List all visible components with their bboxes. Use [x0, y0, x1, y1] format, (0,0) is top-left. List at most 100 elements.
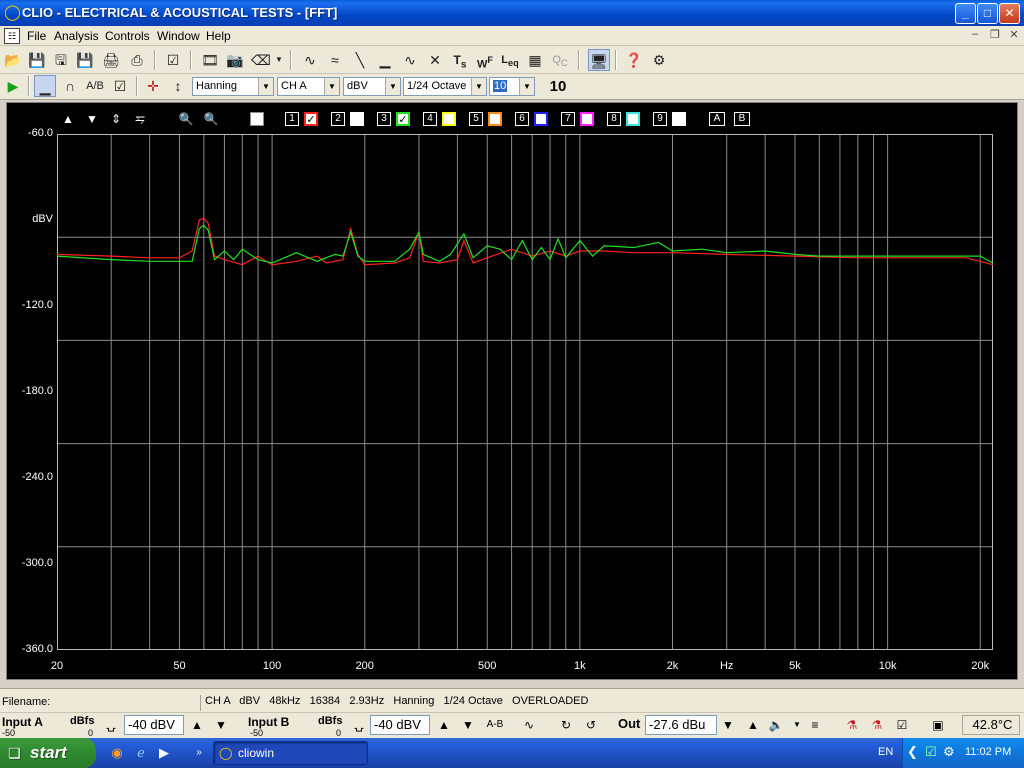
polarity-icon[interactable]: ✕ — [424, 49, 446, 71]
window-function-select[interactable]: Hanning ▼ — [192, 77, 274, 96]
maximize-button[interactable]: □ — [977, 3, 998, 24]
input-b-down-icon[interactable]: ▼ — [459, 716, 477, 734]
curve-5-checkbox[interactable] — [488, 112, 502, 126]
curve-7-checkbox[interactable] — [580, 112, 594, 126]
export-icon[interactable]: 🖨 — [100, 49, 122, 71]
camera-icon[interactable]: 📷 — [224, 49, 246, 71]
taskbar-item-cliowin[interactable]: ◯ cliowin — [213, 741, 368, 765]
mdi-minimize-button[interactable]: – — [967, 28, 983, 43]
network-icon[interactable]: ⚙ — [943, 744, 955, 760]
curve-8-number[interactable]: 8 — [607, 112, 621, 126]
menu-analysis[interactable]: Analysis — [54, 29, 99, 43]
output-up-icon[interactable]: ▲ — [744, 716, 762, 734]
curve-6-checkbox[interactable] — [534, 112, 548, 126]
more-quicklaunch-icon[interactable]: » — [190, 744, 208, 762]
sinusoidal-icon[interactable]: ╲ — [349, 49, 371, 71]
overlay-toggle-checkbox[interactable] — [250, 112, 264, 126]
curve-4-checkbox[interactable] — [442, 112, 456, 126]
clio-app-icon[interactable]: ◯ — [4, 4, 21, 22]
minimize-button[interactable]: _ — [955, 3, 976, 24]
notes-icon[interactable]: ☑ — [893, 716, 911, 734]
firefox-icon[interactable]: ◉ — [108, 744, 126, 762]
mute-icon[interactable]: ≡ — [806, 716, 824, 734]
zoom-in-icon[interactable]: 🔍 — [178, 111, 194, 127]
media-player-icon[interactable]: ▶ — [155, 744, 173, 762]
start-button[interactable]: ❏ start — [0, 738, 96, 768]
menu-window[interactable]: Window — [157, 29, 200, 43]
fft-chart[interactable] — [57, 134, 993, 650]
qc-icon[interactable]: QC — [549, 49, 571, 71]
zoom-out-icon[interactable]: 🔍 — [203, 111, 219, 127]
a-b-icon[interactable]: A/B — [84, 75, 106, 97]
tape-icon[interactable]: ▣ — [929, 716, 947, 734]
speaker-icon[interactable]: 🔈 — [767, 716, 785, 734]
mls-analysis-icon[interactable]: ≈ — [324, 49, 346, 71]
curve-icon[interactable]: ∩ — [59, 75, 81, 97]
curve-2-checkbox[interactable] — [350, 112, 364, 126]
step-icon[interactable]: ▦ — [524, 49, 546, 71]
chevron-down-icon[interactable]: ▼ — [788, 716, 806, 734]
scroll-down-icon[interactable]: ▼ — [84, 111, 100, 127]
notes-icon[interactable]: ☑ — [162, 49, 184, 71]
mdi-restore-button[interactable]: ❐ — [987, 28, 1003, 43]
input-a-meter-icon[interactable]: ⍽ — [102, 716, 120, 734]
scroll-up-icon[interactable]: ▲ — [60, 111, 76, 127]
averages-select[interactable]: 10 ▼ — [489, 77, 535, 96]
title-bar[interactable]: ◯ CLIO - ELECTRICAL & ACOUSTICAL TESTS -… — [0, 0, 1024, 26]
chevron-left-icon[interactable]: ❮ — [907, 744, 918, 760]
chevron-down-icon[interactable]: ▼ — [272, 49, 286, 71]
language-indicator[interactable]: EN — [878, 746, 893, 758]
menu-file[interactable]: File — [27, 29, 46, 43]
curve-1-checkbox[interactable]: ✓ — [304, 112, 318, 126]
save-icon[interactable]: 💾 — [26, 49, 48, 71]
play-icon[interactable]: ▶ — [2, 75, 24, 97]
about-icon[interactable]: ⚙ — [648, 49, 670, 71]
curve-5-number[interactable]: 5 — [469, 112, 483, 126]
menu-controls[interactable]: Controls — [105, 29, 150, 43]
input-a-up-icon[interactable]: ▲ — [188, 716, 206, 734]
loop-icon[interactable]: ↻ — [557, 716, 575, 734]
output-down-icon[interactable]: ▼ — [719, 716, 737, 734]
input-b-up-icon[interactable]: ▲ — [435, 716, 453, 734]
channel-select[interactable]: CH A ▼ — [277, 77, 340, 96]
expand-icon[interactable]: ⇕ — [108, 111, 124, 127]
curve-3-checkbox[interactable]: ✓ — [396, 112, 410, 126]
curve-a-button[interactable]: A — [709, 112, 725, 126]
mdi-close-button[interactable]: ✕ — [1006, 28, 1022, 43]
monitor-icon[interactable]: 🖥 — [588, 49, 610, 71]
curve-7-number[interactable]: 7 — [561, 112, 575, 126]
loop-alt-icon[interactable]: ↺ — [582, 716, 600, 734]
leq-icon[interactable]: Leq — [499, 49, 521, 71]
curve-8-checkbox[interactable] — [626, 112, 640, 126]
smoothing-select[interactable]: 1/24 Octave ▼ — [403, 77, 487, 96]
mdi-window-icon[interactable]: ☷ — [4, 28, 20, 44]
film-icon[interactable]: 🎞 — [199, 49, 221, 71]
safely-remove-icon[interactable]: ☑ — [925, 744, 937, 760]
save-as-icon[interactable]: 🖫 — [50, 49, 72, 71]
wf-icon[interactable]: WF — [474, 49, 496, 71]
curve-1-number[interactable]: 1 — [285, 112, 299, 126]
input-a-range-field[interactable]: -40 dBV — [124, 715, 184, 735]
save-all-icon[interactable]: 💾 — [74, 49, 96, 71]
ts-icon[interactable]: Ts — [449, 49, 471, 71]
input-b-range-field[interactable]: -40 dBV — [370, 715, 430, 735]
input-b-meter-icon[interactable]: ⍽ — [350, 716, 368, 734]
a-minus-b-button[interactable]: A-B — [484, 716, 506, 734]
bar-graph-icon[interactable]: ▁ — [34, 75, 56, 97]
curve-9-checkbox[interactable] — [672, 112, 686, 126]
curve-4-number[interactable]: 4 — [423, 112, 437, 126]
curve-6-number[interactable]: 6 — [515, 112, 529, 126]
help-icon[interactable]: ❓ — [623, 49, 645, 71]
curve-9-number[interactable]: 9 — [653, 112, 667, 126]
multimeter-icon[interactable]: ▁ — [374, 49, 396, 71]
phantom-b-icon[interactable]: ⚗ — [868, 716, 886, 734]
waveform-icon[interactable]: ∿ — [399, 49, 421, 71]
curve-3-number[interactable]: 3 — [377, 112, 391, 126]
curve-2-number[interactable]: 2 — [331, 112, 345, 126]
open-folder-icon[interactable]: 📂 — [2, 49, 24, 71]
unit-select[interactable]: dBV ▼ — [343, 77, 401, 96]
fft-analysis-icon[interactable]: ∿ — [299, 49, 321, 71]
output-level-field[interactable]: -27.6 dBu — [645, 715, 717, 735]
input-a-down-icon[interactable]: ▼ — [212, 716, 230, 734]
curve-b-button[interactable]: B — [734, 112, 750, 126]
